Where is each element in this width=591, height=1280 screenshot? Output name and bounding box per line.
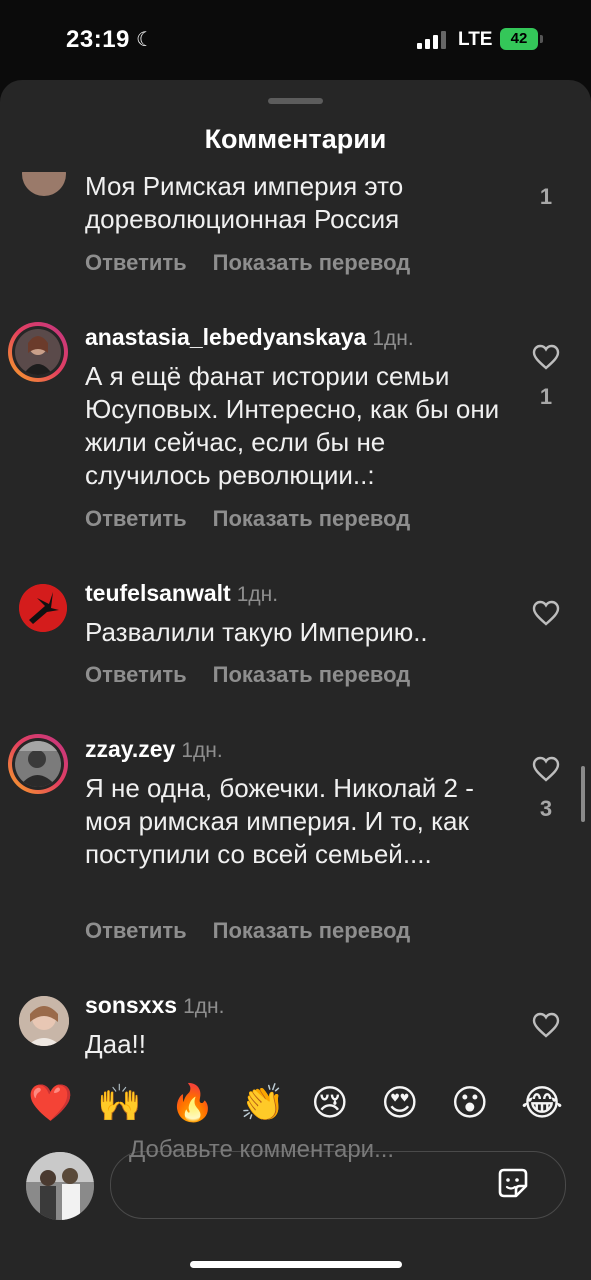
comment-text: Моя Римская империя это дореволюционная … <box>85 172 404 234</box>
show-translation-button[interactable]: Показать перевод <box>213 918 411 943</box>
comment-header: teufelsanwalt 1дн. <box>85 580 278 607</box>
comment-actions: Ответить Показать перевод <box>85 250 410 276</box>
battery-cap <box>540 35 543 43</box>
comment-header: sonsxxs 1дн. <box>85 992 224 1019</box>
avatar[interactable] <box>19 584 67 632</box>
comment-actions: Ответить Показать перевод <box>85 918 410 944</box>
comment-time: 1дн. <box>236 583 279 606</box>
comment-header: zzay.zey 1дн. <box>85 736 223 763</box>
avatar[interactable] <box>22 172 66 196</box>
battery-icon: 42 <box>500 28 538 50</box>
battery-level: 42 <box>510 30 528 47</box>
like-count: 1 <box>539 184 553 209</box>
avatar[interactable] <box>8 734 68 794</box>
scrollbar[interactable] <box>581 766 585 822</box>
comment-time: 1дн. <box>183 995 225 1018</box>
show-translation-button[interactable]: Показать перевод <box>213 250 411 275</box>
comment-actions: Ответить Показать перевод <box>85 662 410 688</box>
status-time: 23:19 <box>66 26 130 53</box>
avatar[interactable] <box>19 996 69 1046</box>
status-bar: 23:19 ☾ LTE 42 <box>0 0 591 80</box>
comment-input-placeholder: Добавьте комментари... <box>129 1136 395 1163</box>
emoji-surprised[interactable]: 😮 <box>451 1083 489 1123</box>
emoji-raised-hands[interactable]: 🙌 <box>97 1083 142 1123</box>
comment-header: anastasia_lebedyanskaya 1дн. <box>85 324 414 351</box>
show-translation-button[interactable]: Показать перевод <box>213 662 411 687</box>
my-avatar <box>26 1152 94 1220</box>
emoji-clap[interactable]: 👏 <box>240 1083 285 1123</box>
drag-handle[interactable] <box>268 98 323 104</box>
comment-text: Даа!! <box>85 1029 146 1059</box>
username-link[interactable]: sonsxxs <box>85 992 177 1018</box>
comment-text: Развалили такую Империю.. <box>85 617 428 647</box>
like-count: 3 <box>539 796 553 821</box>
sticker-icon[interactable] <box>496 1166 530 1200</box>
reply-button[interactable]: Ответить <box>85 506 187 531</box>
emoji-cry[interactable]: 😢 <box>311 1083 349 1123</box>
reply-button[interactable]: Ответить <box>85 918 187 943</box>
heart-icon[interactable] <box>532 600 560 626</box>
like-count: 1 <box>539 384 553 409</box>
reply-button[interactable]: Ответить <box>85 662 187 687</box>
emoji-fire[interactable]: 🔥 <box>170 1083 215 1123</box>
heart-icon[interactable] <box>532 344 560 370</box>
comment-text: А я ещё фанат истории семьи Юсуповых. Ин… <box>85 361 500 490</box>
username-link[interactable]: anastasia_lebedyanskaya <box>85 324 366 350</box>
heart-icon[interactable] <box>532 756 560 782</box>
home-indicator[interactable] <box>190 1261 402 1268</box>
comment-time: 1дн. <box>372 327 414 350</box>
avatar[interactable] <box>8 322 68 382</box>
comments-list[interactable]: Моя Римская империя это дореволюционная … <box>0 172 591 1136</box>
network-label: LTE <box>458 29 493 50</box>
show-translation-button[interactable]: Показать перевод <box>213 506 411 531</box>
emoji-laugh[interactable]: 😂 <box>521 1083 563 1123</box>
username-link[interactable]: teufelsanwalt <box>85 580 231 606</box>
signal-icon <box>417 31 447 49</box>
sheet-title: Комментарии <box>204 124 387 154</box>
moon-icon: ☾ <box>136 29 154 51</box>
emoji-heart[interactable]: ❤️ <box>28 1083 73 1123</box>
comment-text: Я не одна, божечки. Николай 2 - моя римс… <box>85 773 474 869</box>
emoji-heart-eyes[interactable]: 😍 <box>381 1083 419 1123</box>
comment-actions: Ответить Показать перевод <box>85 506 410 532</box>
emoji-bar <box>0 1060 591 1120</box>
username-link[interactable]: zzay.zey <box>85 736 175 762</box>
comment-time: 1дн. <box>181 739 223 762</box>
heart-icon[interactable] <box>532 1012 560 1038</box>
reply-button[interactable]: Ответить <box>85 250 187 275</box>
